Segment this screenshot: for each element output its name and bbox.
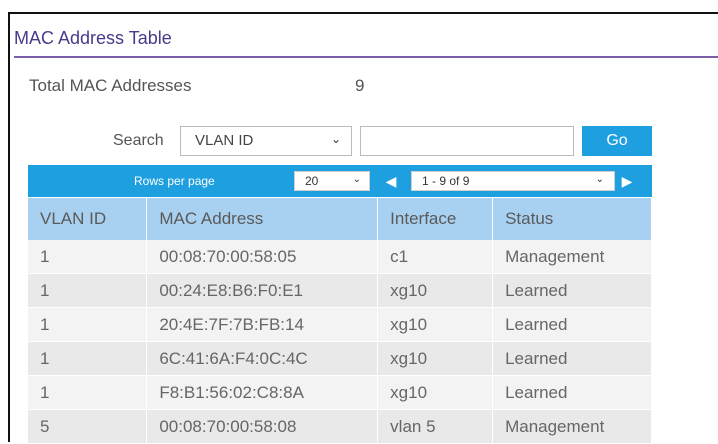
cell-interface: xg10 [377,307,494,342]
rows-per-page-select[interactable]: 20 ⌄ [294,171,370,191]
page-range-value: 1 - 9 of 9 [422,174,470,188]
next-page-icon[interactable]: ▶ [621,171,633,191]
search-field-select[interactable]: VLAN ID ⌄ [180,126,352,156]
cell-vlan-id: 1 [28,240,148,274]
rows-per-page-label: Rows per page [134,174,215,188]
cell-status: Learned [492,307,652,342]
mac-address-table: VLAN ID MAC Address Interface Status 1 0… [28,198,652,444]
cell-status: Learned [492,273,652,308]
search-input[interactable] [360,126,574,156]
page-title: MAC Address Table [14,28,172,48]
table-row[interactable]: 1 F8:B1:56:02:C8:8A xg10 Learned [28,375,652,410]
cell-vlan-id: 1 [28,341,148,376]
cell-vlan-id: 1 [28,375,148,410]
cell-vlan-id: 5 [28,409,148,444]
column-header-vlan-id[interactable]: VLAN ID [28,198,148,240]
chevron-down-icon: ⌄ [352,174,361,185]
cell-mac-address: 6C:41:6A:F4:0C:4C [146,341,379,376]
go-button[interactable]: Go [582,126,652,156]
cell-interface: vlan 5 [377,409,494,444]
cell-interface: xg10 [377,273,494,308]
table-header-row: VLAN ID MAC Address Interface Status [28,198,652,240]
cell-mac-address: F8:B1:56:02:C8:8A [146,375,379,410]
cell-mac-address: 20:4E:7F:7B:FB:14 [146,307,379,342]
cell-status: Learned [492,375,652,410]
cell-interface: xg10 [377,341,494,376]
chevron-down-icon: ⌄ [330,132,341,146]
column-header-mac-address[interactable]: MAC Address [146,198,379,240]
cell-mac-address: 00:24:E8:B6:F0:E1 [146,273,379,308]
total-mac-value: 9 [355,76,365,95]
search-label: Search [113,132,164,149]
cell-status: Management [492,409,652,444]
table-row[interactable]: 1 20:4E:7F:7B:FB:14 xg10 Learned [28,307,652,342]
cell-vlan-id: 1 [28,307,148,342]
cell-mac-address: 00:08:70:00:58:08 [146,409,379,444]
cell-mac-address: 00:08:70:00:58:05 [146,240,379,274]
pagination-bar: Rows per page 20 ⌄ ◀ 1 - 9 of 9 ⌄ ▶ [28,165,652,197]
chevron-down-icon: ⌄ [595,174,604,185]
cell-status: Management [492,240,652,274]
previous-page-icon[interactable]: ◀ [385,171,397,191]
title-divider [14,56,718,58]
column-header-status[interactable]: Status [492,198,652,240]
search-field-value: VLAN ID [195,132,254,149]
cell-status: Learned [492,341,652,376]
table-row[interactable]: 1 00:24:E8:B6:F0:E1 xg10 Learned [28,273,652,308]
table-row[interactable]: 1 00:08:70:00:58:05 c1 Management [28,240,652,274]
table-row[interactable]: 1 6C:41:6A:F4:0C:4C xg10 Learned [28,341,652,376]
column-header-interface[interactable]: Interface [377,198,494,240]
cell-interface: xg10 [377,375,494,410]
rows-per-page-value: 20 [305,174,319,188]
page-range-select[interactable]: 1 - 9 of 9 ⌄ [411,171,615,191]
cell-vlan-id: 1 [28,273,148,308]
total-mac-label: Total MAC Addresses [29,76,192,95]
table-row[interactable]: 5 00:08:70:00:58:08 vlan 5 Management [28,409,652,444]
cell-interface: c1 [377,240,494,274]
